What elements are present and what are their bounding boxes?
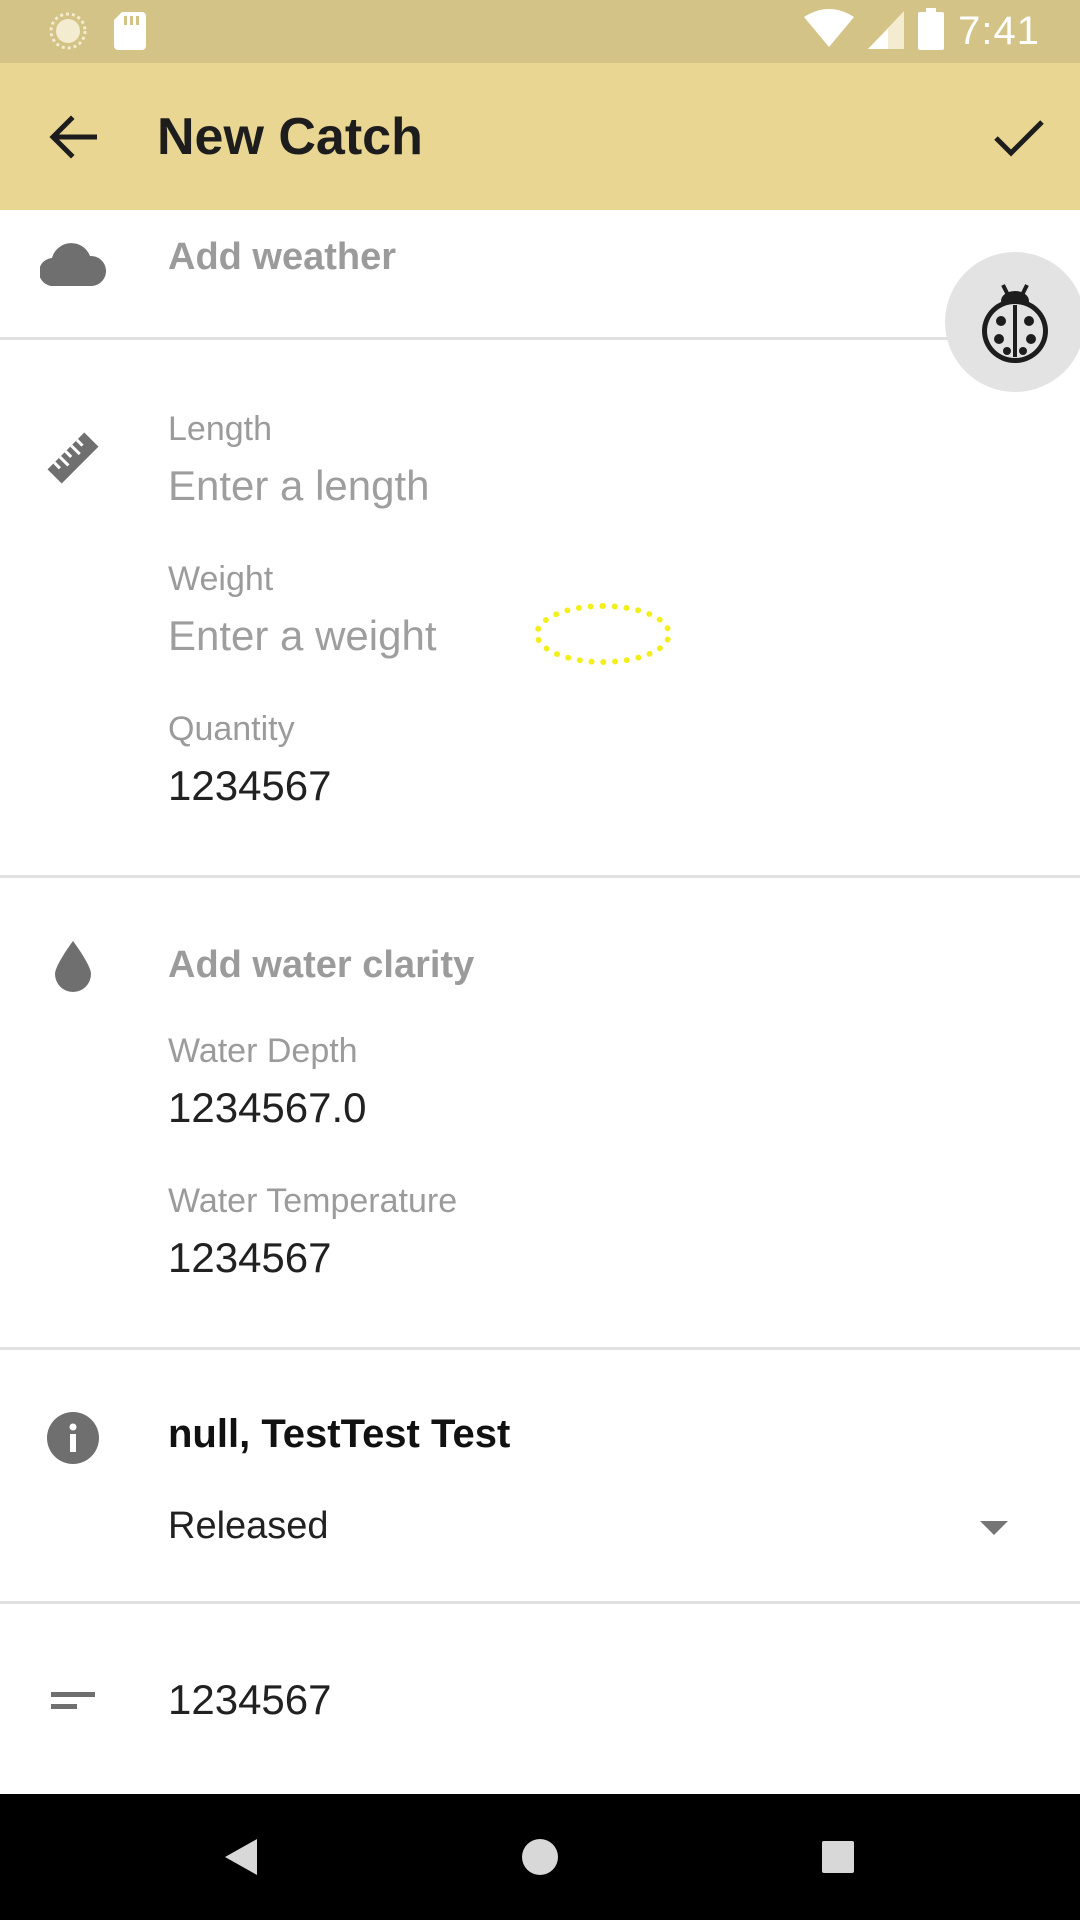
- status-time: 7:41: [958, 9, 1040, 53]
- water-depth-input[interactable]: 1234567.0: [168, 1084, 868, 1132]
- page-title: New Catch: [157, 108, 423, 166]
- species-name[interactable]: null, TestTest Test: [168, 1412, 510, 1457]
- cloud-icon: [40, 234, 106, 294]
- divider: [0, 875, 1080, 878]
- nav-home-button[interactable]: [505, 1822, 575, 1892]
- arrow-back-icon: [49, 115, 97, 159]
- divider: [0, 1347, 1080, 1350]
- water-drop-icon: [40, 932, 106, 1002]
- quantity-input[interactable]: 1234567: [168, 762, 868, 810]
- water-temperature-label: Water Temperature: [168, 1182, 458, 1220]
- quantity-label: Quantity: [168, 710, 295, 748]
- notes-input[interactable]: 1234567: [168, 1676, 868, 1724]
- status-bar: 7:41: [0, 0, 1080, 63]
- nav-back-icon: [225, 1839, 257, 1875]
- check-icon: [994, 120, 1044, 157]
- length-label: Length: [168, 410, 272, 448]
- battery-icon: [918, 8, 945, 55]
- notes-icon: [40, 1670, 106, 1730]
- divider: [0, 337, 1080, 340]
- ladybug-icon: [982, 284, 1048, 363]
- water-temperature-input[interactable]: 1234567: [168, 1234, 868, 1282]
- nav-back-button[interactable]: [206, 1822, 276, 1892]
- sync-icon: [48, 11, 88, 56]
- sd-card-icon: [114, 12, 146, 55]
- weight-input[interactable]: [168, 612, 868, 660]
- nav-recents-button[interactable]: [803, 1822, 873, 1892]
- info-icon: [40, 1408, 106, 1468]
- nav-recents-icon: [822, 1841, 854, 1873]
- touch-indicator: [534, 603, 672, 665]
- ruler-icon: [40, 428, 106, 488]
- chevron-down-icon: [980, 1521, 1008, 1535]
- nav-home-icon: [522, 1839, 558, 1875]
- water-depth-label: Water Depth: [168, 1032, 358, 1070]
- navigation-bar: [0, 1794, 1080, 1920]
- app-bar: New Catch: [0, 63, 1080, 210]
- catch-type-value: Released: [168, 1505, 329, 1547]
- add-water-clarity-button[interactable]: Add water clarity: [168, 944, 474, 987]
- wifi-icon: [804, 9, 855, 54]
- save-button[interactable]: [984, 103, 1054, 173]
- add-weather-button[interactable]: Add weather: [168, 236, 396, 279]
- back-button[interactable]: [40, 107, 106, 167]
- catch-form[interactable]: Add weather Length Weight Quantity 12345…: [0, 210, 1080, 1794]
- divider: [0, 1601, 1080, 1604]
- catch-type-spinner[interactable]: Released: [168, 1505, 1008, 1555]
- signal-icon: [868, 9, 905, 54]
- length-input[interactable]: [168, 462, 868, 510]
- weight-label: Weight: [168, 560, 274, 598]
- debug-button[interactable]: [945, 252, 1080, 392]
